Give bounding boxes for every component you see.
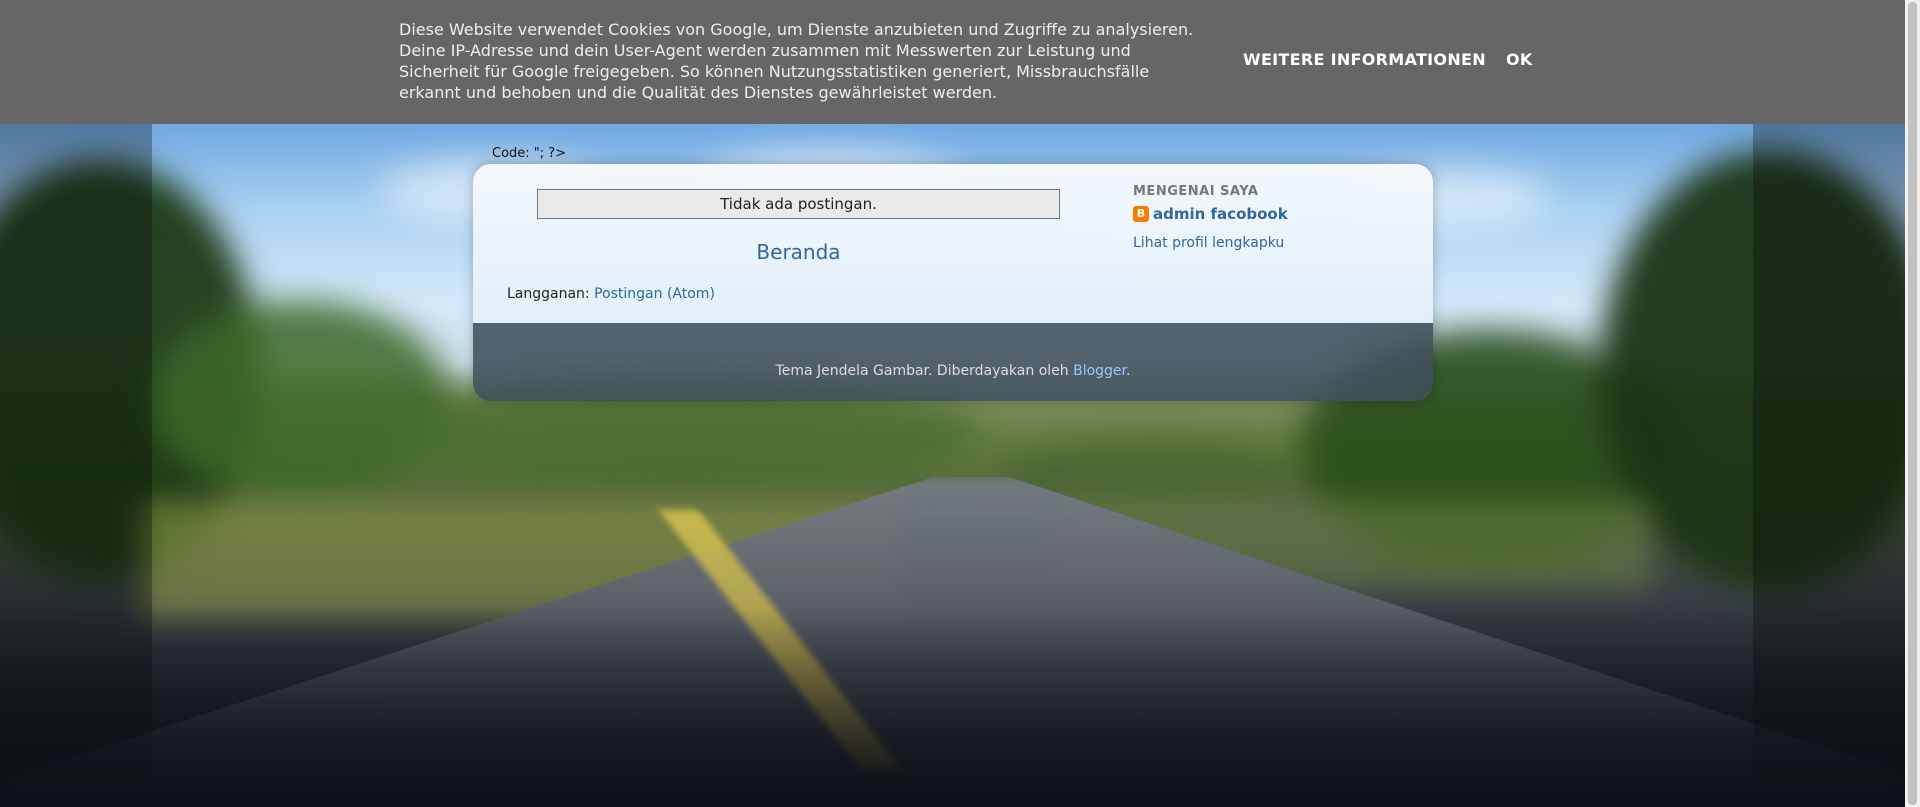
cookie-text-line-4: erkannt und behoben und die Qualität des…: [399, 83, 998, 102]
cookie-notice-text: Diese Website verwendet Cookies von Goog…: [399, 19, 1219, 103]
ok-button[interactable]: OK: [1506, 50, 1533, 69]
code-text: Code: "; ?>: [492, 146, 567, 161]
no-posts-message: Tidak ada postingan.: [537, 189, 1060, 219]
more-info-link[interactable]: WEITERE INFORMATIONEN: [1243, 50, 1486, 69]
subscribe-label: Langganan:: [507, 286, 590, 302]
cookie-actions: WEITERE INFORMATIONEN OK: [1243, 50, 1533, 69]
footer: Tema Jendela Gambar. Diberdayakan oleh B…: [473, 323, 1433, 401]
cookie-text-line-1: Diese Website verwendet Cookies von Goog…: [399, 20, 1194, 39]
cookie-text-line-2: Deine IP-Adresse und dein User-Agent wer…: [399, 41, 1131, 60]
footer-text: Tema Jendela Gambar. Diberdayakan oleh: [775, 363, 1074, 379]
atom-feed-link[interactable]: Postingan (Atom): [594, 286, 715, 302]
profile-name-link[interactable]: admin facobook: [1153, 205, 1288, 223]
scrollbar-thumb[interactable]: [1908, 2, 1917, 805]
cookie-text-line-3: Sicherheit für Google freigegeben. So kö…: [399, 62, 1150, 81]
blogger-link[interactable]: Blogger: [1073, 363, 1126, 379]
blog-content: Tidak ada postingan. Beranda Langganan: …: [473, 164, 1433, 323]
footer-attribution: Tema Jendela Gambar. Diberdayakan oleh B…: [473, 363, 1433, 379]
blogger-icon: [1133, 206, 1149, 222]
view-full-profile-link[interactable]: Lihat profil lengkapku: [1133, 235, 1413, 251]
home-link[interactable]: Beranda: [537, 240, 1060, 264]
cookie-banner: Diese Website verwendet Cookies von Goog…: [0, 0, 1905, 124]
profile-row: admin facobook: [1133, 205, 1413, 223]
about-me-widget: MENGENAI SAYA admin facobook Lihat profi…: [1133, 184, 1413, 251]
blog-panel: Tidak ada postingan. Beranda Langganan: …: [473, 164, 1433, 401]
about-me-title: MENGENAI SAYA: [1133, 184, 1259, 199]
vertical-scrollbar[interactable]: [1905, 0, 1920, 807]
subscribe-row: Langganan: Postingan (Atom): [507, 286, 715, 302]
footer-suffix: .: [1126, 363, 1131, 379]
